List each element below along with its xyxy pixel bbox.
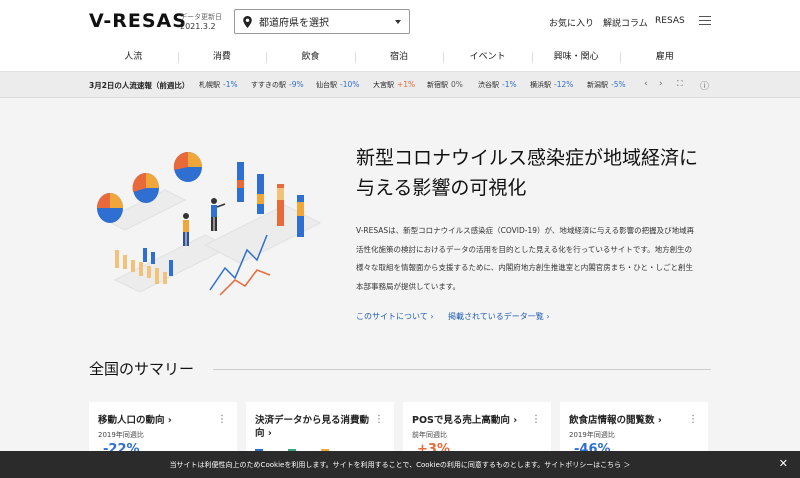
- more-options-icon[interactable]: ⋮: [531, 414, 541, 425]
- ticker-next-icon[interactable]: ›: [659, 79, 663, 89]
- summary-title: 全国のサマリー: [89, 360, 195, 378]
- people-flow-ticker: 3月2日の人流速報（前週比） 札幌駅 -1% すすきの駅 -9% 仙台駅 -10% 大…: [0, 72, 800, 98]
- hero-illustration: [97, 151, 322, 296]
- ticker-prev-icon[interactable]: ‹: [644, 79, 648, 89]
- chevron-right-icon: ›: [546, 312, 550, 321]
- more-options-icon[interactable]: ⋮: [688, 414, 698, 425]
- ticker-station[interactable]: 新宿駅 0%: [427, 80, 463, 90]
- about-site-link[interactable]: このサイトについて ›: [356, 311, 434, 322]
- ticker-station[interactable]: 仙台駅 -10%: [316, 80, 359, 90]
- menu-icon[interactable]: [699, 16, 711, 26]
- card-subtitle: 前年同週比: [412, 431, 447, 439]
- card-subtitle: 2019年同週比: [98, 431, 144, 439]
- nav-item-interests[interactable]: 興味・関心: [531, 44, 621, 71]
- more-options-icon[interactable]: ⋮: [374, 414, 384, 425]
- ticker-station[interactable]: 渋谷駅 -1%: [478, 80, 517, 90]
- chevron-down-icon: [395, 20, 401, 24]
- data-list-link[interactable]: 掲載されているデータ一覧 ›: [448, 311, 550, 322]
- resas-link[interactable]: RESAS: [655, 16, 685, 26]
- ticker-station[interactable]: 札幌駅 -1%: [199, 80, 238, 90]
- site-header: V-RESAS データ更新日 2021.3.2 都道府県を選択 お気に入り 解説…: [0, 0, 800, 72]
- ticker-station[interactable]: 大宮駅 +1%: [373, 80, 415, 90]
- ticker-station[interactable]: すすきの駅 -9%: [251, 80, 304, 90]
- nav-item-consumption[interactable]: 消費: [177, 44, 267, 71]
- card-title: 飲食店情報の閲覧数 ›: [569, 415, 662, 426]
- fullscreen-icon[interactable]: ⛶: [677, 79, 683, 89]
- card-title: POSで見る売上高動向 ›: [412, 415, 518, 426]
- ticker-station[interactable]: 新潟駅 -5%: [587, 80, 626, 90]
- column-link[interactable]: 解説コラム: [603, 16, 648, 29]
- nav-item-dining[interactable]: 飲食: [266, 44, 355, 71]
- info-icon[interactable]: ⓘ: [700, 79, 709, 92]
- cookie-banner: 当サイトは利便性向上のためCookieを利用します。サイトを利用することで、Co…: [0, 451, 800, 478]
- update-info: データ更新日 2021.3.2: [180, 12, 222, 32]
- update-label: データ更新日: [180, 13, 222, 21]
- divider: [213, 369, 711, 370]
- more-options-icon[interactable]: ⋮: [217, 414, 227, 425]
- update-date: 2021.3.2: [180, 22, 216, 31]
- location-pin-icon: [243, 15, 252, 28]
- hero-title: 新型コロナウイルス感染症が地域経済に 与える影響の可視化: [356, 147, 699, 199]
- ticker-title: 3月2日の人流速報（前週比）: [89, 81, 190, 90]
- card-title: 移動人口の動向 ›: [98, 415, 172, 426]
- hero-description: V-RESASは、新型コロナウイルス感染症（COVID-19）が、地域経済に与え…: [356, 226, 695, 291]
- close-icon[interactable]: ✕: [779, 457, 788, 470]
- nav-item-people-flow[interactable]: 人流: [89, 44, 178, 71]
- site-logo[interactable]: V-RESAS: [89, 10, 187, 32]
- main-nav: 人流 消費 飲食 宿泊 イベント 興味・関心 雇用: [89, 44, 709, 71]
- ticker-station[interactable]: 横浜駅 -12%: [530, 80, 573, 90]
- card-title: 決済データから見る消費動向 ›: [255, 415, 370, 439]
- chevron-right-icon: ›: [430, 312, 434, 321]
- favorites-link[interactable]: お気に入り: [549, 16, 594, 29]
- nav-item-events[interactable]: イベント: [443, 44, 532, 71]
- prefecture-select[interactable]: 都道府県を選択: [234, 9, 410, 34]
- prefecture-select-value: 都道府県を選択: [259, 18, 329, 29]
- nav-item-employment[interactable]: 雇用: [620, 44, 709, 71]
- nav-item-lodging[interactable]: 宿泊: [354, 44, 444, 71]
- cookie-text[interactable]: 当サイトは利便性向上のためCookieを利用します。サイトを利用することで、Co…: [0, 460, 800, 470]
- card-subtitle: 2019年同週比: [569, 431, 615, 439]
